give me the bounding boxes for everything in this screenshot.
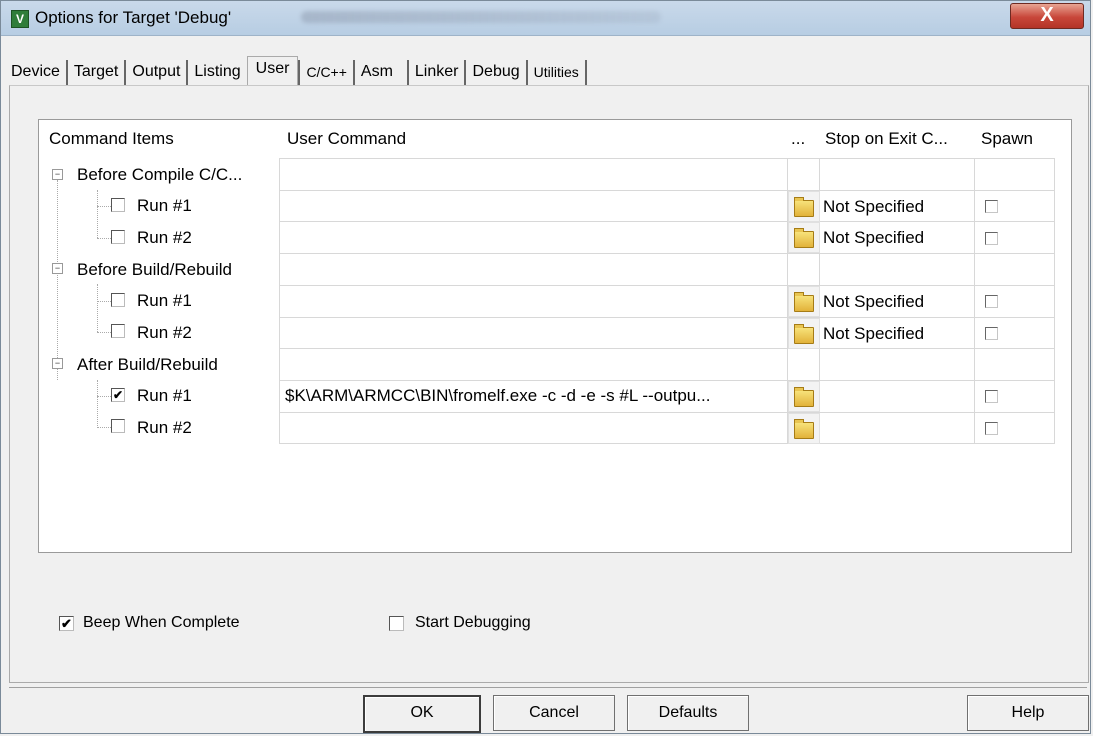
grid-line xyxy=(279,317,1054,318)
browse-button[interactable] xyxy=(788,191,820,222)
header-browse: ... xyxy=(791,129,806,148)
tab-strip: Device Target Output Listing User C/C++ … xyxy=(5,56,587,85)
tree-line xyxy=(97,206,111,207)
group-after-build: After Build/Rebuild xyxy=(77,355,218,374)
run-checkbox[interactable] xyxy=(111,419,125,433)
tab-c-cpp[interactable]: C/C++ xyxy=(298,60,355,85)
debug-label: Start Debugging xyxy=(415,614,531,631)
tab-utilities[interactable]: Utilities xyxy=(528,60,587,85)
folder-icon xyxy=(794,387,814,407)
run-label: Run #2 xyxy=(137,418,192,437)
browse-button[interactable] xyxy=(788,381,820,412)
spawn-checkbox[interactable] xyxy=(985,200,998,213)
browse-button[interactable] xyxy=(788,222,820,253)
folder-icon xyxy=(794,197,814,217)
run-checkbox[interactable] xyxy=(111,324,125,338)
grid-line xyxy=(279,443,1054,444)
folder-icon xyxy=(794,292,814,312)
blurred-title-area xyxy=(301,11,661,23)
tab-output[interactable]: Output xyxy=(126,60,189,85)
separator xyxy=(9,687,1087,688)
tree-line xyxy=(57,180,58,380)
tree-line xyxy=(97,301,111,302)
cancel-button[interactable]: Cancel xyxy=(493,695,615,731)
tab-listing[interactable]: Listing xyxy=(188,60,246,85)
run-label: Run #2 xyxy=(137,228,192,247)
stop-on-exit-value[interactable]: Not Specified xyxy=(823,318,924,349)
grid-line xyxy=(279,190,1054,191)
beep-label: Beep When Complete xyxy=(83,614,240,631)
tree-line xyxy=(97,396,111,397)
tab-user[interactable]: User xyxy=(246,56,299,85)
grid-line xyxy=(279,253,1054,254)
run-label: Run #1 xyxy=(137,291,192,310)
browse-button[interactable] xyxy=(788,318,820,349)
grid-line xyxy=(279,221,1054,222)
tree-line xyxy=(97,284,98,332)
tab-linker[interactable]: Linker xyxy=(409,60,467,85)
grid-line xyxy=(279,285,1054,286)
group-before-compile: Before Compile C/C... xyxy=(77,165,243,184)
grid-line xyxy=(1054,158,1055,444)
folder-icon xyxy=(794,324,814,344)
grid-line xyxy=(279,158,280,444)
run-label: Run #1 xyxy=(137,196,192,215)
app-icon: V xyxy=(11,10,29,28)
tree-line xyxy=(97,238,111,239)
run-checkbox[interactable] xyxy=(111,230,125,244)
spawn-checkbox[interactable] xyxy=(985,390,998,403)
close-button[interactable]: X xyxy=(1010,3,1084,29)
collapse-icon[interactable]: − xyxy=(52,358,63,369)
title-bar: V Options for Target 'Debug' X xyxy=(1,1,1090,36)
grid-line xyxy=(279,348,1054,349)
collapse-icon[interactable]: − xyxy=(52,169,63,180)
tab-asm[interactable]: Asm xyxy=(355,60,409,85)
tab-target[interactable]: Target xyxy=(68,60,127,85)
spawn-checkbox[interactable] xyxy=(985,232,998,245)
ok-button[interactable]: OK xyxy=(363,695,481,733)
folder-icon xyxy=(794,419,814,439)
window-title: Options for Target 'Debug' xyxy=(35,8,232,27)
tree-line xyxy=(97,190,98,238)
grid-line xyxy=(279,158,1054,159)
header-stop-on-exit: Stop on Exit C... xyxy=(825,129,948,148)
debug-checkbox[interactable] xyxy=(389,616,404,631)
tab-debug[interactable]: Debug xyxy=(466,60,528,85)
run-checkbox[interactable] xyxy=(111,198,125,212)
run-label: Run #2 xyxy=(137,323,192,342)
header-spawn: Spawn xyxy=(981,129,1033,148)
help-button[interactable]: Help xyxy=(967,695,1089,731)
folder-icon xyxy=(794,228,814,248)
spawn-checkbox[interactable] xyxy=(985,327,998,340)
header-user-command: User Command xyxy=(287,129,407,148)
tree-line xyxy=(97,427,111,428)
browse-button[interactable] xyxy=(788,286,820,317)
grid-line xyxy=(279,412,1054,413)
options-dialog: V Options for Target 'Debug' X Device Ta… xyxy=(0,0,1091,734)
beep-checkbox[interactable]: ✔ xyxy=(59,616,74,631)
spawn-checkbox[interactable] xyxy=(985,422,998,435)
group-before-build: Before Build/Rebuild xyxy=(77,260,232,279)
user-command-field[interactable]: $K\ARM\ARMCC\BIN\fromelf.exe -c -d -e -s… xyxy=(285,380,710,411)
browse-button[interactable] xyxy=(788,413,820,444)
run-checkbox[interactable] xyxy=(111,293,125,307)
stop-on-exit-value[interactable]: Not Specified xyxy=(823,191,924,222)
grid-line xyxy=(974,158,975,444)
stop-on-exit-value[interactable]: Not Specified xyxy=(823,286,924,317)
defaults-button[interactable]: Defaults xyxy=(627,695,749,731)
collapse-icon[interactable]: − xyxy=(52,263,63,274)
user-command-grid: Command Items User Command ... Stop on E… xyxy=(38,119,1072,553)
tab-device[interactable]: Device xyxy=(5,60,68,85)
header-command-items: Command Items xyxy=(49,129,174,148)
run-checkbox[interactable]: ✔ xyxy=(111,388,125,402)
stop-on-exit-value[interactable]: Not Specified xyxy=(823,222,924,253)
run-label: Run #1 xyxy=(137,386,192,405)
tree-line xyxy=(97,380,98,428)
tree-line xyxy=(97,332,111,333)
spawn-checkbox[interactable] xyxy=(985,295,998,308)
